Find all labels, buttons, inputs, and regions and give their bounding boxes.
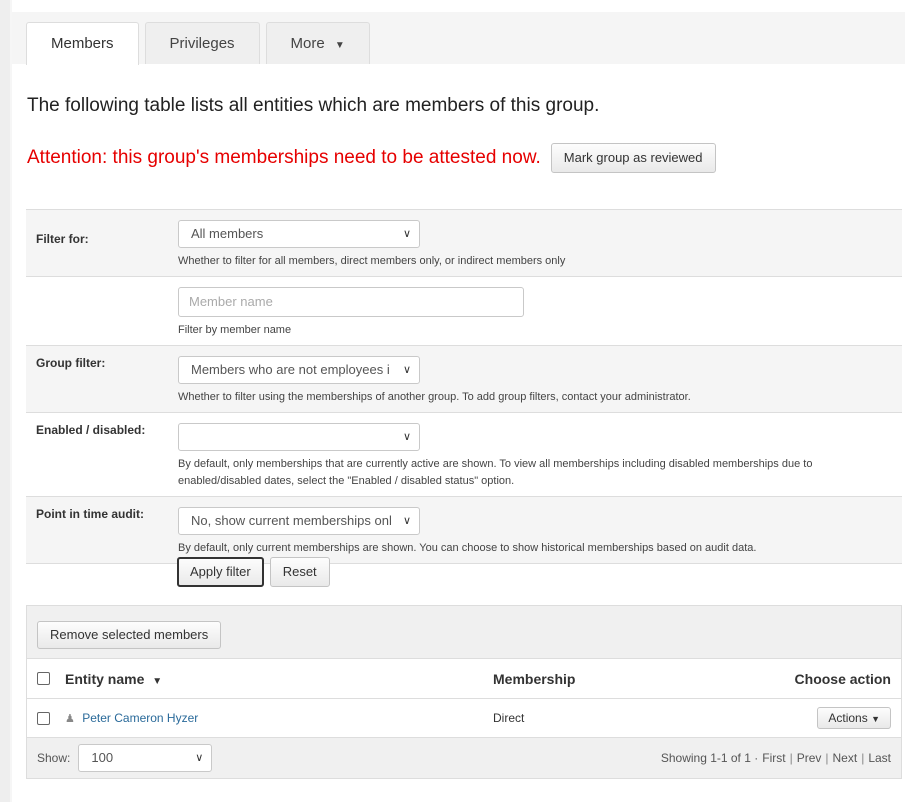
pager-separator: | <box>825 751 829 765</box>
member-name-label-cell <box>26 277 178 345</box>
row-checkbox[interactable] <box>37 711 50 725</box>
group-filter-selected: Members who are not employees i <box>191 362 390 377</box>
table-footer: Show: 100 ∨ Showing 1-1 of 1 · First | P… <box>27 738 901 778</box>
reset-button[interactable]: Reset <box>269 557 330 587</box>
showing-count: Showing 1-1 of 1 · <box>660 751 759 765</box>
filter-for-select[interactable]: All members ∨ <box>178 220 420 248</box>
filter-for-selected: All members <box>191 226 264 241</box>
person-icon: ♟ <box>65 713 75 725</box>
sort-desc-icon: ▼ <box>152 675 163 687</box>
tab-members-label: Members <box>51 35 114 52</box>
chevron-down-icon: ∨ <box>402 364 411 376</box>
attention-row: Attention: this group's memberships need… <box>27 143 716 173</box>
entity-link[interactable]: Peter Cameron Hyzer <box>82 711 198 725</box>
tab-privileges-label: Privileges <box>169 35 235 52</box>
members-toolbar: Remove selected members <box>27 606 901 659</box>
group-filter-help: Whether to filter using the memberships … <box>178 391 691 403</box>
actions-button-label: Actions <box>828 711 868 725</box>
group-filter-label: Group filter: <box>36 356 106 370</box>
table-header: Entity name ▼ Membership Choose action <box>27 659 901 699</box>
mark-reviewed-button[interactable]: Mark group as reviewed <box>550 143 716 173</box>
chevron-down-icon: ∨ <box>402 228 411 240</box>
last-page-link[interactable]: Last <box>868 751 891 765</box>
member-name-input[interactable]: Member name <box>178 287 524 317</box>
enabled-label: Enabled / disabled: <box>36 423 146 437</box>
remove-selected-members-button[interactable]: Remove selected members <box>37 621 222 649</box>
pagination: Showing 1-1 of 1 · First | Prev | Next |… <box>661 751 891 765</box>
point-in-time-selected: No, show current memberships onl <box>191 513 392 528</box>
enabled-help: By default, only memberships that are cu… <box>178 458 813 487</box>
chevron-down-icon: ∨ <box>402 515 411 527</box>
member-name-help: Filter by member name <box>178 324 292 336</box>
filter-for-label: Filter for: <box>36 232 89 246</box>
entity-name-header-label: Entity name <box>65 670 145 687</box>
filter-row-enabled: Enabled / disabled: ∨ By default, only m… <box>26 413 902 497</box>
tab-more[interactable]: More ▼ <box>265 22 370 64</box>
apply-filter-button[interactable]: Apply filter <box>177 557 264 587</box>
filter-actions: Apply filter Reset <box>177 557 330 587</box>
filter-row-point-in-time: Point in time audit: No, show current me… <box>26 497 902 564</box>
select-all-checkbox[interactable] <box>37 672 50 685</box>
caret-down-icon: ▼ <box>334 40 345 51</box>
enabled-select[interactable]: ∨ <box>178 423 420 451</box>
show-label: Show: <box>37 751 71 765</box>
caret-down-icon: ▼ <box>871 714 880 724</box>
page-left-border <box>0 0 10 802</box>
pager-separator: | <box>861 751 865 765</box>
page-size-select[interactable]: 100 ∨ <box>78 744 213 772</box>
tab-more-label: More <box>290 35 325 52</box>
main-content: Members Privileges More ▼ The following … <box>12 0 905 802</box>
group-filter-select[interactable]: Members who are not employees i ∨ <box>178 356 420 384</box>
tab-members[interactable]: Members <box>26 22 139 65</box>
page-size-selected: 100 <box>91 750 114 765</box>
chevron-down-icon: ∨ <box>402 431 411 443</box>
point-in-time-help: By default, only current memberships are… <box>178 542 757 554</box>
intro-text: The following table lists all entities w… <box>27 95 600 116</box>
filter-row-filter-for: Filter for: All members ∨ Whether to fil… <box>26 210 902 277</box>
table-row: ♟ Peter Cameron Hyzer Direct Actions ▼ <box>27 699 901 738</box>
tab-group: Members Privileges More ▼ <box>26 22 370 65</box>
next-page-link[interactable]: Next <box>833 751 858 765</box>
point-in-time-label: Point in time audit: <box>36 507 144 521</box>
point-in-time-select[interactable]: No, show current memberships onl ∨ <box>178 507 420 535</box>
membership-header: Membership <box>493 670 576 687</box>
members-table: Remove selected members Entity name ▼ Me… <box>26 605 902 779</box>
filter-for-help: Whether to filter for all members, direc… <box>178 255 566 267</box>
attention-message: Attention: this group's memberships need… <box>27 147 541 168</box>
pager-separator: | <box>789 751 793 765</box>
chevron-down-icon: ∨ <box>195 752 204 764</box>
filter-row-member-name: Member name Filter by member name <box>26 277 902 346</box>
actions-dropdown-button[interactable]: Actions ▼ <box>817 707 891 729</box>
entity-name-header[interactable]: Entity name ▼ <box>65 671 493 687</box>
first-page-link[interactable]: First <box>762 751 785 765</box>
tab-privileges[interactable]: Privileges <box>144 22 260 64</box>
choose-action-header: Choose action <box>794 670 891 687</box>
filter-form: Filter for: All members ∨ Whether to fil… <box>26 209 902 564</box>
filter-row-group-filter: Group filter: Members who are not employ… <box>26 346 902 413</box>
prev-page-link[interactable]: Prev <box>797 751 822 765</box>
membership-value: Direct <box>493 711 525 725</box>
tab-bar: Members Privileges More ▼ <box>12 12 905 65</box>
